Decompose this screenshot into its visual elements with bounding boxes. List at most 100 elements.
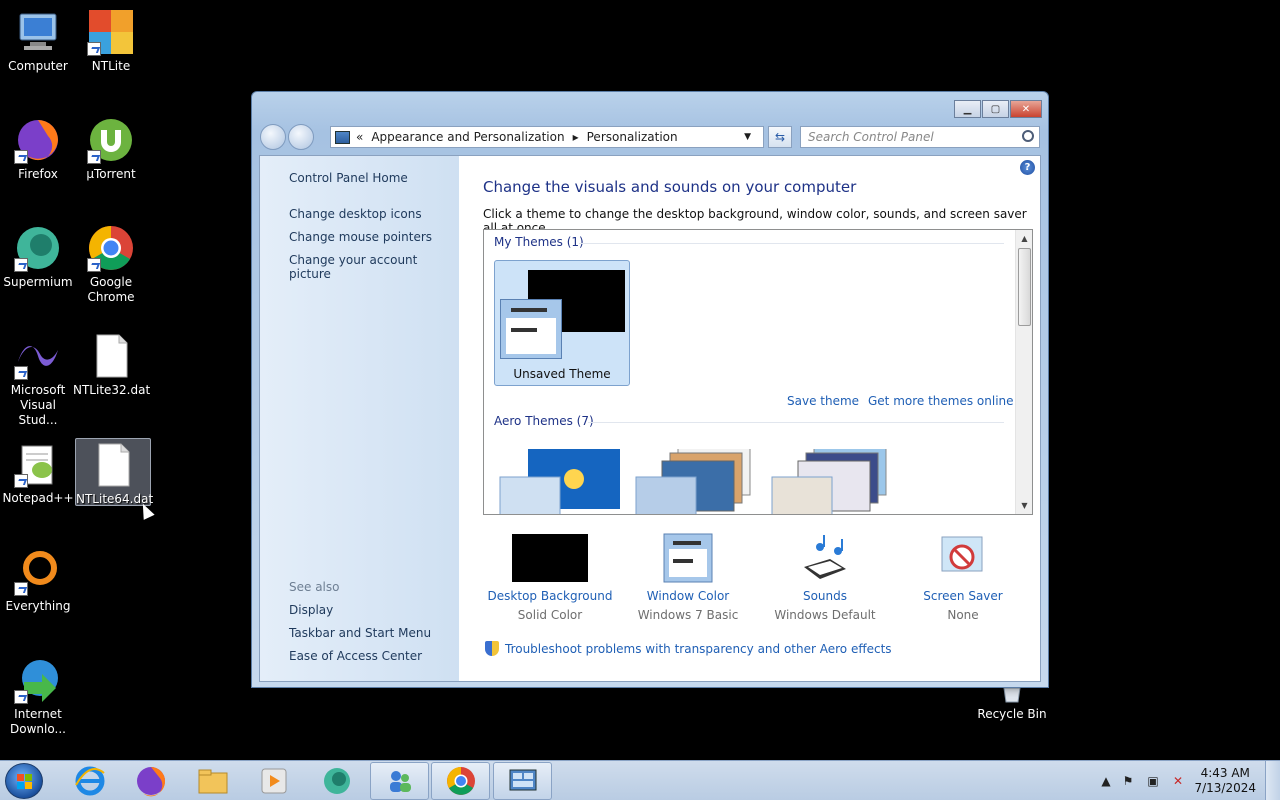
desktop-icon-supermium[interactable]: Supermium (0, 224, 76, 290)
change-desktop-icons-link[interactable]: Change desktop icons (289, 207, 422, 221)
scroll-down-icon[interactable]: ▼ (1016, 497, 1032, 514)
display-link[interactable]: Display (289, 603, 333, 617)
shortcut-arrow-icon (14, 690, 28, 704)
theme-list[interactable]: My Themes (1) Unsaved Theme Save theme G… (483, 229, 1033, 515)
taskbar-start-menu-link[interactable]: Taskbar and Start Menu (289, 626, 431, 640)
back-button[interactable] (260, 124, 286, 150)
desktop-background-link[interactable]: Desktop Background (485, 589, 615, 603)
shortcut-arrow-icon (14, 150, 28, 164)
sounds-link[interactable]: Sounds (760, 589, 890, 603)
get-more-themes-link[interactable]: Get more themes online (868, 394, 1014, 408)
address-bar[interactable]: « Appearance and Personalization ▸ Perso… (330, 126, 764, 148)
file-icon (89, 441, 137, 489)
taskbar-supermium[interactable] (307, 762, 366, 800)
scroll-up-icon[interactable]: ▲ (1016, 230, 1032, 247)
theme-list-scrollbar[interactable]: ▲ ▼ (1015, 230, 1032, 514)
taskbar-control-panel[interactable] (493, 762, 552, 800)
aero-theme-characters[interactable] (770, 444, 895, 514)
change-account-picture-link[interactable]: Change your account picture (289, 253, 459, 281)
unsaved-theme-label: Unsaved Theme (513, 367, 611, 381)
taskbar-media-player[interactable] (244, 762, 303, 800)
desktop-icon-label: Notepad++ (2, 491, 74, 505)
desktop-icon-label: NTLite32.dat (73, 383, 151, 397)
aero-theme-windows7[interactable] (498, 449, 623, 514)
clock-time: 4:43 AM (1200, 766, 1250, 780)
breadcrumb-appearance[interactable]: Appearance and Personalization (371, 130, 564, 144)
unsaved-theme-card[interactable]: Unsaved Theme (494, 260, 630, 386)
taskbar-internet-explorer[interactable] (60, 762, 119, 800)
breadcrumb-root[interactable]: « (356, 130, 363, 144)
desktop-icon-notepad-plus-plus[interactable]: Notepad++ (0, 440, 76, 506)
divider (511, 328, 537, 332)
show-desktop-button[interactable] (1265, 761, 1280, 800)
desktop-icon-ntlite64-dat[interactable]: NTLite64.dat (75, 438, 153, 506)
taskbar-people[interactable] (370, 762, 429, 800)
see-also-heading: See also (289, 580, 340, 594)
minimize-button[interactable]: ▁ (954, 100, 981, 118)
desktop-icon-label: µTorrent (86, 167, 136, 181)
desktop-background-icon (485, 533, 615, 583)
desktop-icon-utorrent[interactable]: µTorrent (73, 116, 149, 182)
navigation-bar: « Appearance and Personalization ▸ Perso… (260, 124, 1040, 150)
network-icon[interactable]: ▣ (1145, 773, 1161, 789)
refresh-button[interactable]: ⇆ (768, 126, 792, 148)
taskbar-chrome[interactable] (431, 762, 490, 800)
shortcut-arrow-icon (14, 366, 28, 380)
volume-muted-icon[interactable]: ✕ (1170, 773, 1186, 789)
action-center-flag-icon[interactable]: ⚑ (1120, 773, 1136, 789)
sounds-option[interactable]: Sounds Windows Default (760, 533, 890, 622)
desktop-icon-visual-studio[interactable]: Microsoft Visual Stud... (0, 332, 76, 428)
shield-icon (485, 641, 499, 656)
desktop-icon-firefox[interactable]: Firefox (0, 116, 76, 182)
sounds-value: Windows Default (774, 608, 876, 622)
firefox-icon (14, 116, 62, 164)
page-title: Change the visuals and sounds on your co… (483, 178, 857, 196)
shortcut-arrow-icon (87, 42, 101, 56)
control-panel-home-link[interactable]: Control Panel Home (289, 171, 408, 185)
sounds-icon (760, 533, 890, 583)
desktop-icon-computer[interactable]: Computer (0, 8, 76, 74)
clock[interactable]: 4:43 AM 7/13/2024 (1194, 766, 1256, 796)
desktop-icon-everything[interactable]: Everything (0, 548, 76, 614)
breadcrumb-separator-icon[interactable]: ▸ (573, 130, 579, 144)
people-icon (389, 771, 411, 792)
ease-of-access-link[interactable]: Ease of Access Center (289, 649, 422, 663)
aero-theme-architecture[interactable] (634, 444, 759, 514)
search-input[interactable]: Search Control Panel (800, 126, 1040, 148)
show-hidden-icons-icon[interactable]: ▲ (1098, 773, 1114, 789)
taskbar-firefox[interactable] (121, 762, 180, 800)
screen-saver-link[interactable]: Screen Saver (898, 589, 1028, 603)
help-icon[interactable]: ? (1020, 160, 1035, 175)
system-tray: ▲ ⚑ ▣ ✕ 4:43 AM 7/13/2024 (1090, 761, 1280, 800)
close-button[interactable]: ✕ (1010, 100, 1042, 118)
change-mouse-pointers-link[interactable]: Change mouse pointers (289, 230, 432, 244)
chrome-icon (446, 767, 475, 795)
troubleshoot-label[interactable]: Troubleshoot problems with transparency … (505, 642, 892, 656)
file-icon (87, 332, 135, 380)
desktop-icon-ntlite[interactable]: NTLite (73, 8, 149, 74)
taskbar-explorer[interactable] (183, 762, 242, 800)
screen-saver-icon (898, 533, 1028, 583)
window-color-link[interactable]: Window Color (623, 589, 753, 603)
address-dropdown-icon[interactable]: ▼ (744, 132, 751, 142)
desktop-background-option[interactable]: Desktop Background Solid Color (485, 533, 615, 622)
screen-saver-option[interactable]: Screen Saver None (898, 533, 1028, 622)
ntlite-icon (87, 8, 135, 56)
window-color-option[interactable]: Window Color Windows 7 Basic (623, 533, 753, 622)
save-theme-link[interactable]: Save theme (787, 394, 859, 408)
shortcut-arrow-icon (14, 258, 28, 272)
start-button[interactable] (5, 763, 43, 799)
breadcrumb-personalization[interactable]: Personalization (587, 130, 678, 144)
scrollbar-thumb[interactable] (1018, 248, 1031, 326)
desktop-icon-google-chrome[interactable]: Google Chrome (73, 224, 149, 305)
aero-themes-header: Aero Themes (7) (494, 414, 594, 428)
forward-button[interactable] (288, 124, 314, 150)
desktop-icon-ntlite32-dat[interactable]: NTLite32.dat (73, 332, 151, 398)
search-icon[interactable] (1022, 130, 1034, 142)
maximize-button[interactable]: ▢ (982, 100, 1009, 118)
desktop-icon-label: Computer (8, 59, 68, 73)
chrome-icon (87, 224, 135, 272)
desktop-icon-label: Firefox (18, 167, 58, 181)
troubleshoot-link[interactable]: Troubleshoot problems with transparency … (485, 641, 892, 656)
desktop-icon-internet-download-manager[interactable]: Internet Downlo... (0, 656, 76, 737)
